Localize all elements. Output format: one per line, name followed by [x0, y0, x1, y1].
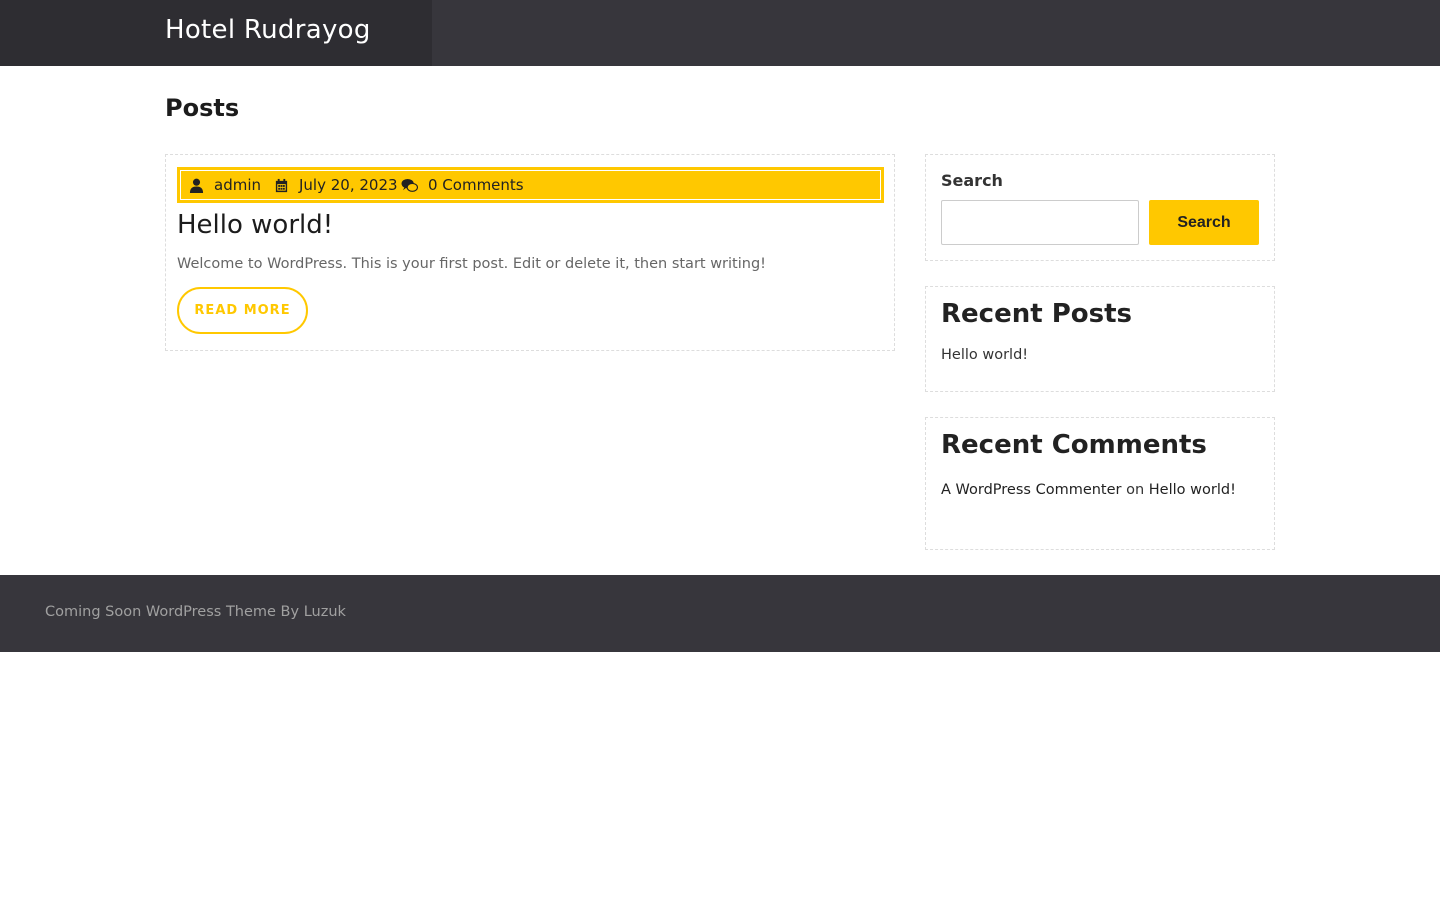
recent-comments-widget: Recent Comments A WordPress Commenter on…: [925, 417, 1275, 550]
post-card: admin July 20, 2023 0 Comments Hello wor…: [165, 154, 895, 351]
recent-post-link[interactable]: Hello world!: [941, 347, 1028, 363]
footer-credit: Coming Soon WordPress Theme By Luzuk: [45, 604, 346, 620]
post-date[interactable]: July 20, 2023: [274, 176, 398, 194]
recent-comment-item: A WordPress Commenter on Hello world!: [941, 482, 1236, 498]
search-label: Search: [941, 171, 1003, 190]
post-comments-label: 0 Comments: [428, 176, 524, 194]
post-meta-bar: admin July 20, 2023 0 Comments: [177, 167, 884, 203]
comments-icon: [401, 178, 418, 192]
footer-credit-link[interactable]: Luzuk: [304, 604, 346, 620]
post-excerpt: Welcome to WordPress. This is your first…: [177, 256, 766, 272]
comment-connector: on: [1126, 482, 1145, 498]
post-date-label: July 20, 2023: [299, 176, 398, 194]
search-input[interactable]: [941, 200, 1139, 245]
site-footer: Coming Soon WordPress Theme By Luzuk: [0, 575, 1440, 652]
site-header: Hotel Rudrayog: [0, 0, 1440, 66]
recent-comments-title: Recent Comments: [941, 430, 1207, 460]
search-widget: Search Search: [925, 154, 1275, 261]
comment-author-link[interactable]: A WordPress Commenter: [941, 482, 1122, 498]
post-author[interactable]: admin: [189, 176, 261, 194]
comment-post-link[interactable]: Hello world!: [1149, 482, 1236, 498]
post-author-label: admin: [214, 176, 261, 194]
page-title: Posts: [165, 94, 240, 122]
recent-posts-widget: Recent Posts Hello world!: [925, 286, 1275, 392]
post-title-link[interactable]: Hello world!: [177, 210, 333, 240]
search-button[interactable]: Search: [1149, 200, 1259, 245]
recent-posts-title: Recent Posts: [941, 299, 1132, 329]
footer-credit-prefix: Coming Soon WordPress Theme By: [45, 604, 300, 620]
post-comments[interactable]: 0 Comments: [401, 176, 524, 194]
read-more-button[interactable]: READ MORE: [177, 287, 308, 334]
user-icon: [189, 178, 204, 193]
site-title-link[interactable]: Hotel Rudrayog: [165, 15, 371, 45]
calendar-icon: [275, 178, 288, 192]
